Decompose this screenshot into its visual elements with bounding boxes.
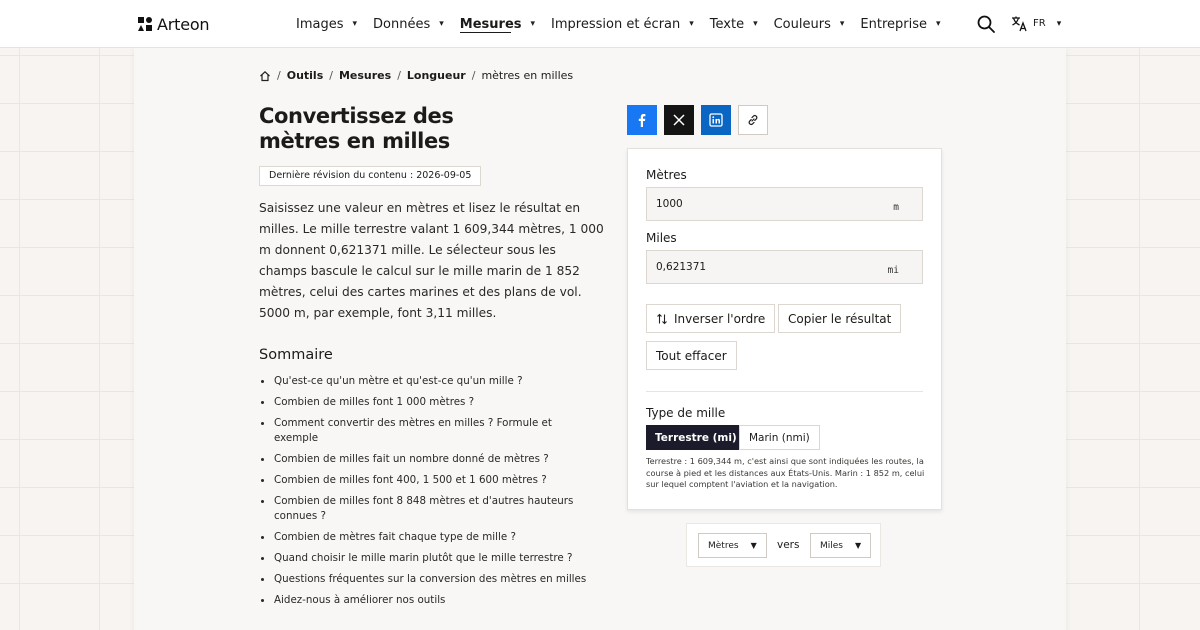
chevron-down-icon: ▼ [750,541,757,550]
share-buttons [627,105,768,135]
search-icon[interactable] [976,14,996,34]
chevron-down-icon: ▼ [855,541,862,550]
to-unit-select[interactable]: Miles ▼ [810,533,872,558]
to-unit-value: Miles [820,540,843,551]
mile-type-label: Type de mille [646,406,726,420]
toc-list: Qu'est-ce qu'un mètre et qu'est-ce qu'un… [259,374,589,614]
copy-link-button[interactable] [738,105,768,135]
chevron-down-icon: ▾ [1056,18,1062,29]
breadcrumb-longueur[interactable]: Longueur [407,69,466,82]
language-switcher[interactable]: FR ▾ [1011,15,1061,32]
title-line-1: Convertissez des [259,104,454,128]
nav-item-mesures[interactable]: Mesures ▾ [460,0,535,48]
main-nav: Images ▾ Données ▾ Mesures ▾ Impression … [296,0,957,48]
nav-item-impression[interactable]: Impression et écran ▾ [551,0,694,48]
share-x-button[interactable] [664,105,694,135]
breadcrumb-separator: / [397,69,401,82]
link-icon [748,115,758,125]
intro-text: Saisissez une valeur en mètres et lisez … [259,201,604,320]
nav-label: Mesures [459,16,522,32]
chevron-down-icon: ▾ [689,19,694,29]
divider [646,391,923,392]
nav-item-donnees[interactable]: Données ▾ [373,0,444,48]
page-title: Convertissez des mètres en milles [259,104,559,154]
selector-connector: vers [777,539,800,551]
breadcrumb-mesures[interactable]: Mesures [339,69,391,82]
meters-label: Mètres [646,168,687,182]
share-facebook-button[interactable] [627,105,657,135]
mile-type-note: Terrestre : 1 609,344 m, c'est ainsi que… [646,456,925,489]
swap-icon [657,313,667,324]
share-linkedin-button[interactable] [701,105,731,135]
breadcrumb-outils[interactable]: Outils [287,69,324,82]
brand-name: Arteon [157,14,210,34]
site-header: Arteon Images ▾ Données ▾ Mesures ▾ Impr… [0,0,1200,48]
nav-label: Données [373,16,431,32]
toc-item[interactable]: Combien de milles fait un nombre donné d… [259,452,589,467]
meters-input[interactable] [656,198,894,210]
unit-selector: Mètres ▼ vers Miles ▼ [686,523,881,567]
meters-unit: m [893,201,899,213]
nav-item-texte[interactable]: Texte ▾ [710,0,758,48]
toc-item[interactable]: Aidez-nous à améliorer nos outils [259,593,589,608]
toc-item[interactable]: Combien de milles font 8 848 mètres et d… [259,494,589,524]
title-line-2: mètres en milles [259,129,450,153]
breadcrumb-separator: / [277,69,281,82]
toc-title: Sommaire [259,347,333,363]
swap-order-label: Inverser l'ordre [674,311,766,326]
miles-input[interactable] [656,261,888,273]
swap-order-button[interactable]: Inverser l'ordre [646,304,776,333]
chevron-down-icon: ▾ [352,19,358,29]
nav-label: Couleurs [773,16,831,32]
nav-label: Impression et écran [551,16,681,32]
chevron-down-icon: ▾ [439,19,444,29]
mile-type-marin[interactable]: Marin (nmi) [739,425,820,450]
toc-item[interactable]: Combien de milles font 400, 1 500 et 1 6… [259,473,589,488]
nav-label: Images [296,16,344,32]
miles-label: Miles [646,231,677,245]
miles-unit: mi [887,264,899,276]
toc-item[interactable]: Combien de milles font 1 000 mètres ? [259,395,589,410]
chevron-down-icon: ▾ [753,19,758,29]
nav-item-images[interactable]: Images ▾ [296,0,357,48]
from-unit-select[interactable]: Mètres ▼ [698,533,767,558]
breadcrumb-current: mètres en milles [481,69,574,82]
revision-badge: Dernière révision du contenu : 2026-09-0… [259,166,482,186]
brand-logo[interactable]: Arteon [137,14,210,34]
breadcrumb: / Outils / Mesures / Longueur / mètres e… [259,69,573,82]
toc-item[interactable]: Questions fréquentes sur la conversion d… [259,572,589,587]
meters-field[interactable]: m [646,187,923,221]
chevron-down-icon: ▾ [935,19,941,29]
copy-result-button[interactable]: Copier le résultat [778,304,902,333]
nav-label: Texte [709,16,745,32]
clear-all-button[interactable]: Tout effacer [646,341,737,370]
x-icon [673,114,685,126]
nav-item-entreprise[interactable]: Entreprise ▾ [860,0,940,48]
mile-type-terrestre[interactable]: Terrestre (mi) [646,425,746,450]
toc-item[interactable]: Qu'est-ce qu'un mètre et qu'est-ce qu'un… [259,374,589,389]
nav-item-couleurs[interactable]: Couleurs ▾ [774,0,845,48]
language-code: FR [1033,18,1046,29]
toc-item[interactable]: Comment convertir des mètres en milles ?… [259,416,589,446]
miles-field[interactable]: mi [646,250,923,284]
linkedin-icon [709,113,723,127]
chevron-down-icon: ▾ [839,19,845,29]
facebook-icon [638,114,646,127]
translate-icon [1012,16,1027,32]
breadcrumb-separator: / [329,69,333,82]
chevron-down-icon: ▾ [530,19,536,29]
toc-item[interactable]: Quand choisir le mille marin plutôt que … [259,551,589,566]
logo-mark-icon [138,17,152,31]
nav-label: Entreprise [860,16,927,32]
converter-panel: Mètres m Miles mi Inverser l'ordre Copie… [627,148,942,510]
from-unit-value: Mètres [708,540,739,551]
toc-item[interactable]: Combien de mètres fait chaque type de mi… [259,530,589,545]
home-icon[interactable] [259,70,271,82]
breadcrumb-separator: / [471,69,476,82]
